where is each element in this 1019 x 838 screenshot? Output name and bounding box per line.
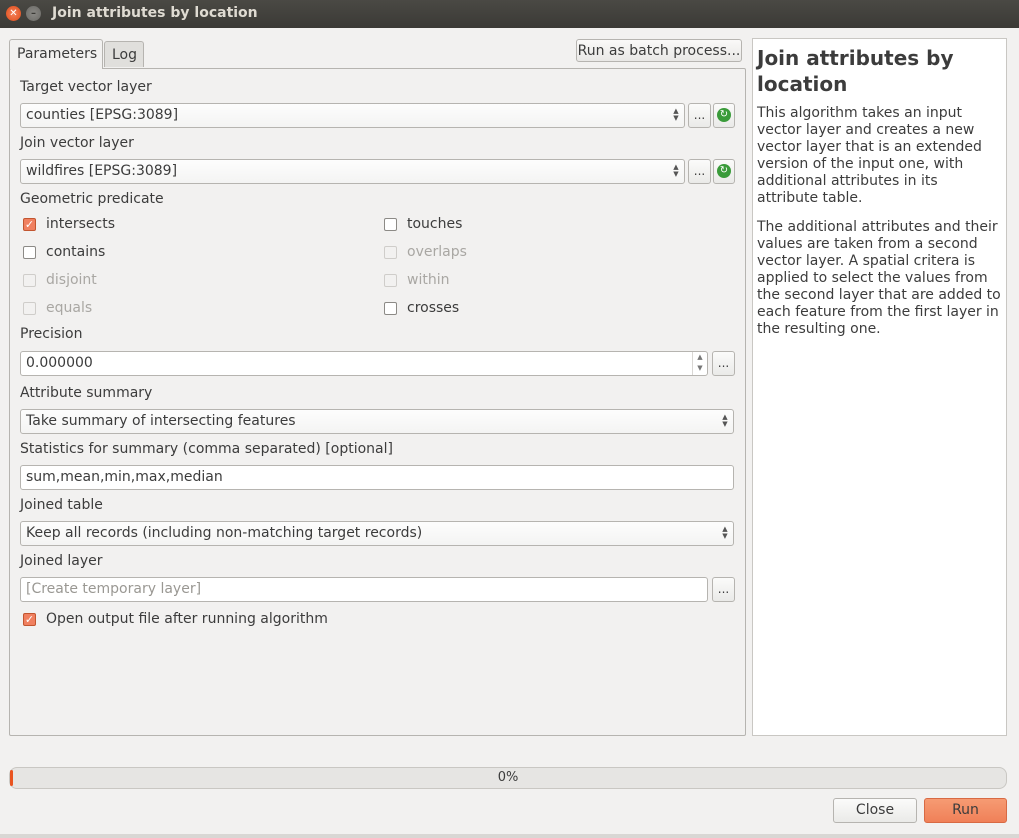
joined-layer-input[interactable]: [Create temporary layer] (20, 577, 708, 602)
help-paragraph: This algorithm takes an input vector lay… (757, 105, 982, 206)
predicate-label: Geometric predicate (20, 191, 164, 207)
checkbox-icon (384, 218, 397, 231)
help-panel: Join attributes by location This algorit… (752, 38, 1007, 736)
joined-table-label: Joined table (20, 497, 103, 513)
title-bar: ✕ – Join attributes by location (0, 0, 1019, 28)
target-layer-value: counties [EPSG:3089] (26, 107, 179, 123)
updown-arrows-icon: ▲ ▼ (722, 525, 728, 540)
help-title: Join attributes by location (757, 46, 954, 96)
precision-input[interactable]: 0.000000 ▲ ▼ (20, 351, 708, 376)
checkbox-icon (23, 246, 36, 259)
checkbox-icon (384, 302, 397, 315)
join-layer-label: Join vector layer (20, 135, 134, 151)
checkbox-disabled-icon (23, 274, 36, 287)
checkbox-disabled-icon (23, 302, 36, 315)
target-layer-browse-button[interactable]: ... (688, 103, 711, 128)
minimize-window-icon[interactable]: – (26, 6, 41, 21)
tab-parameters[interactable]: Parameters (9, 39, 103, 69)
iterate-icon: ↻ (717, 108, 731, 122)
join-layer-browse-button[interactable]: ... (688, 159, 711, 184)
checkbox-checked-icon: ✓ (23, 218, 36, 231)
statistics-label: Statistics for summary (comma separated)… (20, 441, 393, 457)
target-layer-label: Target vector layer (20, 79, 152, 95)
target-layer-iterate-button[interactable]: ↻ (713, 103, 735, 128)
target-layer-select[interactable]: counties [EPSG:3089] ▲ ▼ (20, 103, 685, 128)
updown-arrows-icon: ▲ ▼ (673, 163, 679, 178)
run-batch-button[interactable]: Run as batch process... (576, 39, 742, 62)
updown-arrows-icon: ▲ ▼ (673, 107, 679, 122)
joined-layer-label: Joined layer (20, 553, 103, 569)
summary-select[interactable]: Take summary of intersecting features ▲ ▼ (20, 409, 734, 434)
join-layer-select[interactable]: wildfires [EPSG:3089] ▲ ▼ (20, 159, 685, 184)
joined-table-select[interactable]: Keep all records (including non-matching… (20, 521, 734, 546)
updown-arrows-icon: ▲ ▼ (722, 413, 728, 428)
window-title: Join attributes by location (52, 5, 258, 21)
run-button[interactable]: Run (924, 798, 1007, 823)
close-button[interactable]: Close (833, 798, 917, 823)
iterate-icon: ↻ (717, 164, 731, 178)
checkbox-disabled-icon (384, 246, 397, 259)
precision-label: Precision (20, 326, 83, 342)
precision-options-button[interactable]: ... (712, 351, 735, 376)
progress-text: 0% (497, 770, 519, 785)
progress-bar: 0% (9, 767, 1007, 789)
spinner-arrows-icon[interactable]: ▲ ▼ (692, 352, 707, 375)
close-window-icon[interactable]: ✕ (6, 6, 21, 21)
join-layer-value: wildfires [EPSG:3089] (26, 163, 178, 179)
statistics-input[interactable]: sum,mean,min,max,median (20, 465, 734, 490)
checkbox-checked-icon: ✓ (23, 613, 36, 626)
progress-fill (10, 770, 13, 786)
joined-layer-browse-button[interactable]: ... (712, 577, 735, 602)
join-layer-iterate-button[interactable]: ↻ (713, 159, 735, 184)
bottom-edge (0, 834, 1019, 838)
help-paragraph: The additional attributes and their valu… (757, 219, 1001, 337)
checkbox-disabled-icon (384, 274, 397, 287)
tab-log[interactable]: Log (104, 41, 144, 67)
summary-label: Attribute summary (20, 385, 153, 401)
